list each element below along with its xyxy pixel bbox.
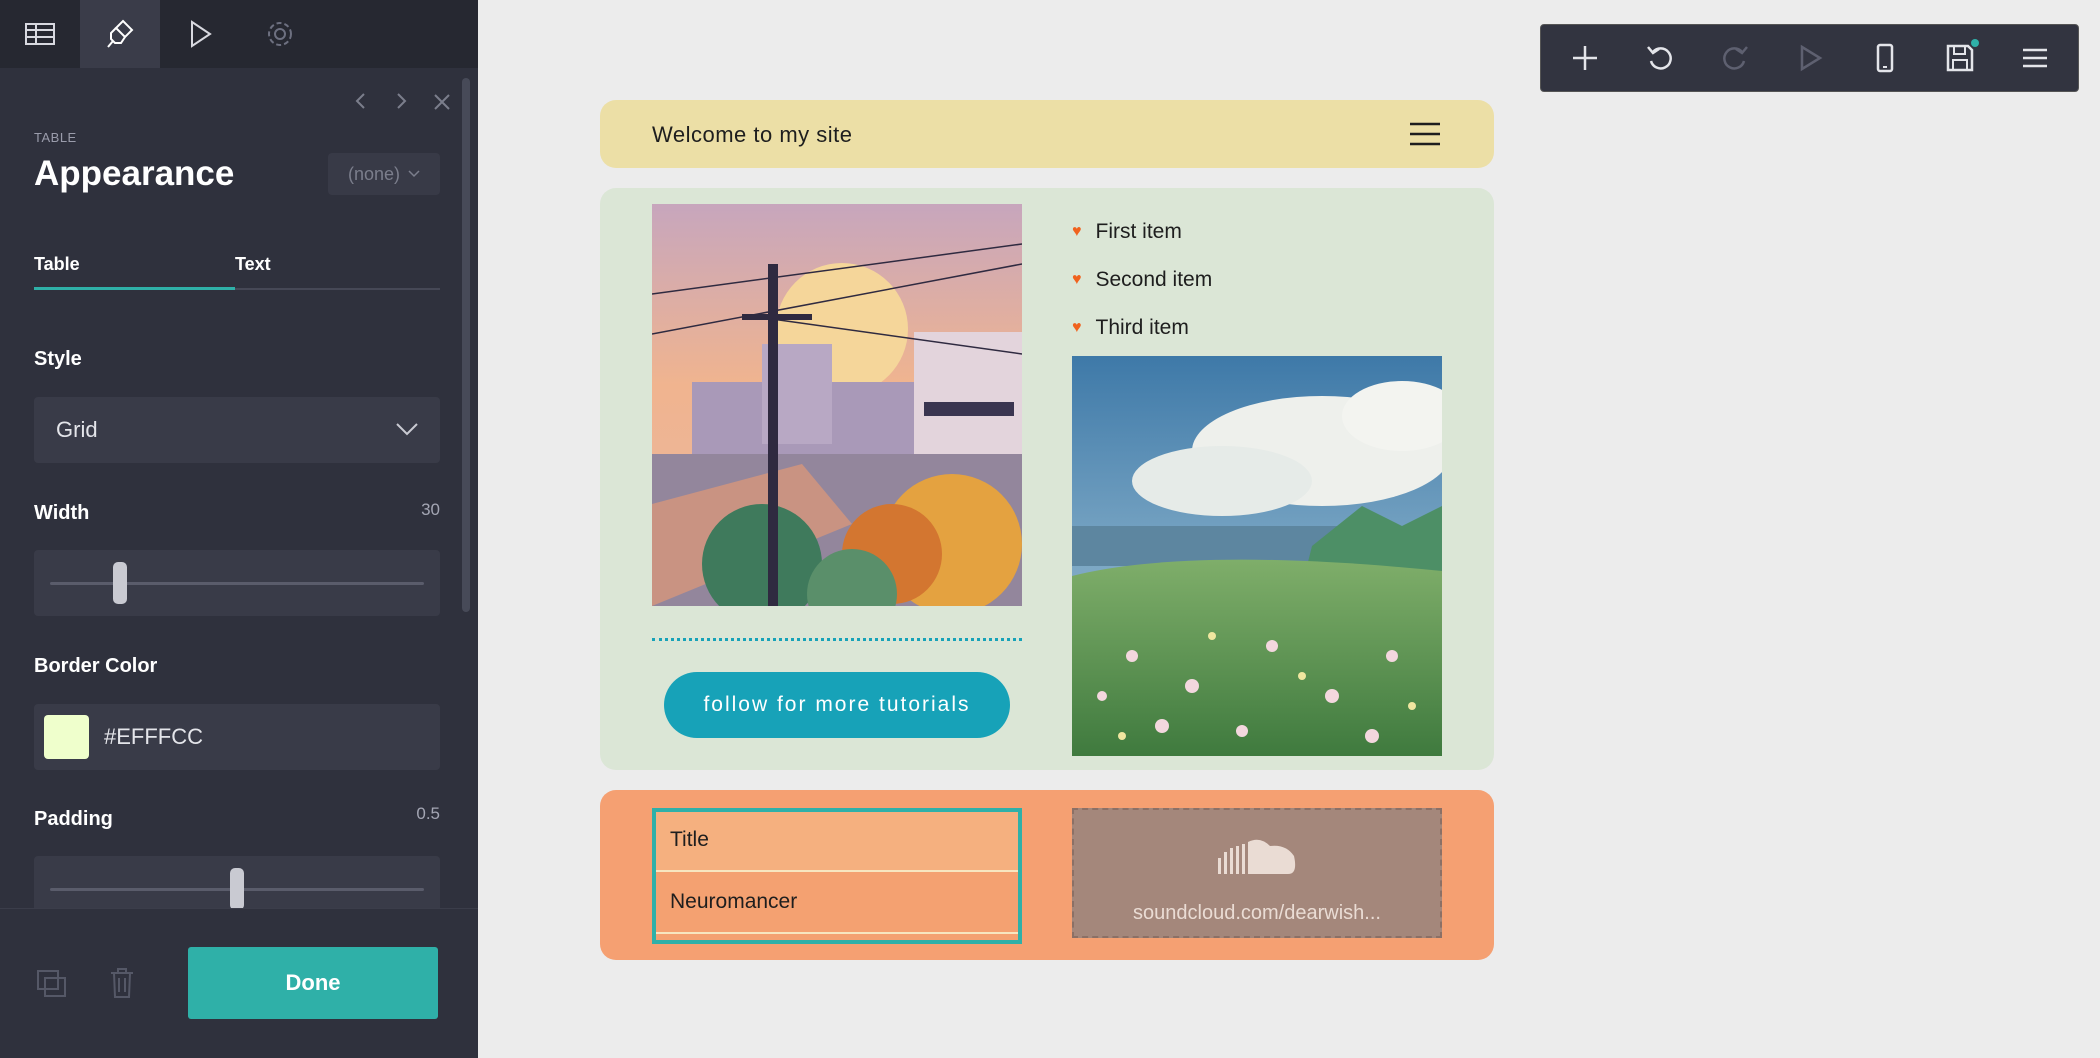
bottom-section[interactable]: Title Neuromancer soundcloud.com/dearwis… xyxy=(600,790,1494,960)
slider-thumb[interactable] xyxy=(230,868,244,908)
site-title: Welcome to my site xyxy=(652,122,853,147)
chevron-down-icon xyxy=(408,170,420,178)
style-select[interactable]: Grid xyxy=(34,397,440,463)
table-widget[interactable]: Title Neuromancer xyxy=(652,808,1022,944)
soundcloud-icon xyxy=(1218,839,1296,874)
redo-button[interactable] xyxy=(1710,33,1760,83)
slider-track xyxy=(50,582,424,585)
redo-icon xyxy=(1722,46,1748,70)
meadow-image[interactable] xyxy=(1072,356,1442,756)
gear-icon xyxy=(268,22,292,46)
style-label: Style xyxy=(34,348,82,370)
follow-button[interactable]: follow for more tutorials xyxy=(664,672,1010,738)
subtab-text[interactable]: Text xyxy=(235,242,435,290)
width-slider[interactable] xyxy=(34,550,440,616)
hamburger-icon[interactable] xyxy=(1410,122,1440,146)
border-color-picker[interactable]: #EFFFCC xyxy=(34,704,440,770)
list-item: ♥ Third item xyxy=(1072,304,1212,352)
preview-button[interactable] xyxy=(1785,33,1835,83)
soundcloud-url: soundcloud.com/dearwish... xyxy=(1133,902,1381,924)
soundcloud-embed[interactable]: soundcloud.com/dearwish... xyxy=(1072,808,1442,938)
table-cell: Neuromancer xyxy=(670,890,798,913)
panel-title: Appearance xyxy=(34,154,235,193)
list-item-label: First item xyxy=(1095,220,1182,243)
unsaved-indicator xyxy=(1970,39,1979,47)
subtab-table[interactable]: Table xyxy=(34,242,235,290)
tab-interactions[interactable] xyxy=(160,0,240,68)
color-swatch[interactable] xyxy=(44,715,89,759)
save-button[interactable] xyxy=(1935,33,1985,83)
previous-icon[interactable] xyxy=(352,92,370,110)
duplicate-icon[interactable] xyxy=(36,969,68,999)
subtab-bar: Table Text xyxy=(34,242,440,290)
preset-dropdown[interactable]: (none) xyxy=(328,153,440,195)
dotted-divider xyxy=(652,638,1022,641)
sunset-town-image[interactable] xyxy=(652,204,1022,606)
heart-icon: ♥ xyxy=(1072,271,1082,288)
padding-label: Padding xyxy=(34,808,113,830)
panel-footer: Done xyxy=(0,908,478,1058)
editor-toolbar xyxy=(1540,24,2079,92)
list-item-label: Third item xyxy=(1095,316,1189,339)
mobile-view-button[interactable] xyxy=(1860,33,1910,83)
bullet-list[interactable]: ♥ First item ♥ Second item ♥ Third item xyxy=(1072,208,1212,352)
preview-icon xyxy=(1800,44,1822,72)
close-icon[interactable] xyxy=(432,92,452,112)
padding-value: 0.5 xyxy=(416,804,440,823)
list-item-label: Second item xyxy=(1095,268,1213,291)
table-cell: Title xyxy=(670,828,709,851)
undo-button[interactable] xyxy=(1635,33,1685,83)
paint-brush-icon xyxy=(107,19,134,48)
panel-nav xyxy=(0,0,478,68)
width-label: Width xyxy=(34,502,90,524)
style-value: Grid xyxy=(56,417,98,442)
padding-slider[interactable] xyxy=(34,856,440,908)
table-icon xyxy=(25,23,55,45)
undo-icon xyxy=(1646,46,1672,70)
menu-icon xyxy=(2022,48,2047,68)
table-row: Title xyxy=(656,812,1018,872)
heart-icon: ♥ xyxy=(1072,319,1082,336)
play-icon xyxy=(191,20,212,48)
menu-button[interactable] xyxy=(2010,33,2060,83)
site-header[interactable]: Welcome to my site xyxy=(600,100,1494,168)
save-icon xyxy=(1946,44,1973,72)
border-color-label: Border Color xyxy=(34,655,158,677)
tab-appearance[interactable] xyxy=(80,0,160,68)
add-button[interactable] xyxy=(1560,33,1610,83)
plus-icon xyxy=(1572,46,1597,70)
panel-eyebrow: TABLE xyxy=(34,130,77,145)
trash-icon[interactable] xyxy=(108,967,136,999)
width-value: 30 xyxy=(421,500,440,519)
editor-panel: TABLE Appearance (none) Table Text Style… xyxy=(0,0,478,1058)
done-button[interactable]: Done xyxy=(188,947,438,1019)
border-color-value: #EFFFCC xyxy=(104,724,203,749)
list-item: ♥ First item xyxy=(1072,208,1212,256)
list-item: ♥ Second item xyxy=(1072,256,1212,304)
chevron-down-icon xyxy=(396,423,418,436)
panel-body: TABLE Appearance (none) Table Text Style… xyxy=(0,68,478,908)
tab-settings[interactable] xyxy=(240,0,320,68)
preset-value: (none) xyxy=(347,163,401,184)
table-row: Neuromancer xyxy=(656,874,1018,934)
content-section[interactable]: follow for more tutorials ♥ First item ♥ S… xyxy=(600,188,1494,770)
tab-table[interactable] xyxy=(0,0,80,68)
mobile-icon xyxy=(1876,43,1893,73)
slider-thumb[interactable] xyxy=(113,562,127,604)
next-icon[interactable] xyxy=(392,92,410,110)
heart-icon: ♥ xyxy=(1072,223,1082,240)
panel-scrollbar[interactable] xyxy=(462,78,470,612)
